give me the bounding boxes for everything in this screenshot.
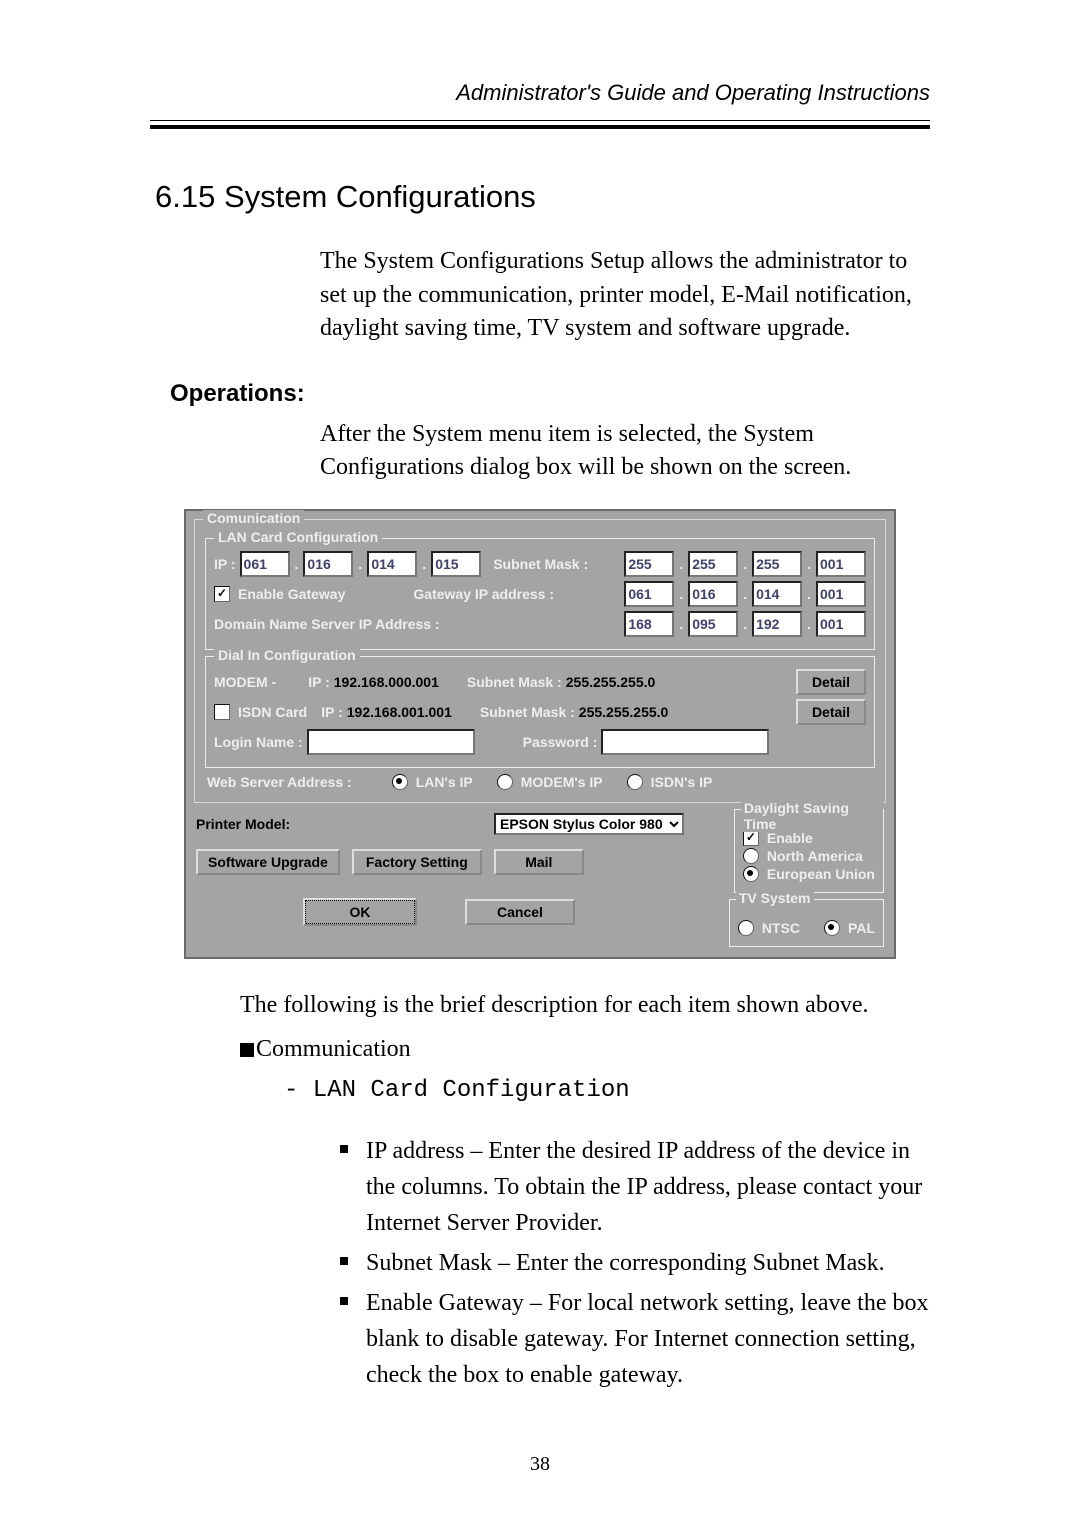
gw-1[interactable] <box>624 581 674 607</box>
dst-group-label: Daylight Saving Time <box>741 800 883 832</box>
ip-label: IP : <box>214 556 236 572</box>
tv-pal-label: PAL <box>848 920 875 936</box>
password-input[interactable] <box>601 729 769 755</box>
modem-label: MODEM - <box>214 674 276 690</box>
lan-config-heading: - LAN Card Configuration <box>284 1073 930 1109</box>
subnet-3[interactable] <box>752 551 802 577</box>
page-number: 38 <box>0 1453 1080 1476</box>
isdn-sm-value: 255.255.255.0 <box>579 704 669 720</box>
web-server-label: Web Server Address : <box>207 774 352 790</box>
dst-group: Daylight Saving Time ✓Enable North Ameri… <box>734 809 884 893</box>
dst-eu-radio[interactable] <box>743 866 759 882</box>
isdn-label: ISDN Card <box>238 704 307 720</box>
subnet-label: Subnet Mask : <box>493 556 588 572</box>
square-bullet-icon <box>240 1043 254 1057</box>
dst-enable-checkbox[interactable]: ✓ <box>743 830 759 846</box>
isdn-checkbox[interactable] <box>214 704 230 720</box>
modem-ip-label: IP : <box>308 674 330 690</box>
dns-4[interactable] <box>816 611 866 637</box>
web-lan-radio[interactable] <box>392 774 408 790</box>
tv-group-label: TV System <box>736 890 814 906</box>
web-isdn-label: ISDN's IP <box>651 774 713 790</box>
isdn-detail-button[interactable]: Detail <box>796 699 866 725</box>
isdn-ip-value: 192.168.001.001 <box>347 704 452 720</box>
login-input[interactable] <box>307 729 475 755</box>
gw-2[interactable] <box>688 581 738 607</box>
web-modem-radio[interactable] <box>497 774 513 790</box>
tv-ntsc-label: NTSC <box>762 920 800 936</box>
ip-octet-3[interactable] <box>367 551 417 577</box>
list-item: Enable Gateway – For local network setti… <box>340 1285 930 1393</box>
modem-sm-label: Subnet Mask : <box>467 674 562 690</box>
ok-button[interactable]: OK <box>305 900 415 924</box>
dst-na-radio[interactable] <box>743 848 759 864</box>
dns-1[interactable] <box>624 611 674 637</box>
lan-group-label: LAN Card Configuration <box>214 529 382 545</box>
list-item: Subnet Mask – Enter the corresponding Su… <box>340 1245 930 1281</box>
operations-heading: Operations: <box>170 380 1080 408</box>
subnet-2[interactable] <box>688 551 738 577</box>
isdn-ip-label: IP : <box>321 704 343 720</box>
ip-octet-2[interactable] <box>303 551 353 577</box>
modem-ip-value: 192.168.000.001 <box>334 674 439 690</box>
section-title: 6.15 System Configurations <box>155 179 1080 215</box>
dns-2[interactable] <box>688 611 738 637</box>
list-item: IP address – Enter the desired IP addres… <box>340 1133 930 1241</box>
dns-3[interactable] <box>752 611 802 637</box>
subnet-4[interactable] <box>816 551 866 577</box>
ip-octet-4[interactable] <box>431 551 481 577</box>
password-label: Password : <box>523 734 598 750</box>
printer-label: Printer Model: <box>196 816 290 832</box>
running-header: Administrator's Guide and Operating Inst… <box>0 80 1080 106</box>
web-lan-label: LAN's IP <box>416 774 473 790</box>
dst-enable-label: Enable <box>767 830 813 846</box>
dst-na-label: North America <box>767 848 863 864</box>
enable-gateway-label: Enable Gateway <box>238 586 345 602</box>
subnet-1[interactable] <box>624 551 674 577</box>
comm-group-label: Comunication <box>203 510 304 526</box>
bullet-list: IP address – Enter the desired IP addres… <box>340 1133 930 1393</box>
operations-paragraph: After the System menu item is selected, … <box>320 418 930 485</box>
system-config-dialog: Comunication LAN Card Configuration IP :… <box>184 509 896 959</box>
printer-select[interactable]: EPSON Stylus Color 980 <box>494 813 684 835</box>
enable-gateway-checkbox[interactable]: ✓ <box>214 586 230 602</box>
post-paragraph: The following is the brief description f… <box>240 987 930 1023</box>
modem-detail-button[interactable]: Detail <box>796 669 866 695</box>
ip-octet-1[interactable] <box>240 551 290 577</box>
dns-label: Domain Name Server IP Address : <box>214 616 440 632</box>
gw-3[interactable] <box>752 581 802 607</box>
comm-heading: Communication <box>240 1031 930 1067</box>
tv-ntsc-radio[interactable] <box>738 920 754 936</box>
tv-pal-radio[interactable] <box>824 920 840 936</box>
factory-setting-button[interactable]: Factory Setting <box>352 849 482 875</box>
tv-group: TV System NTSC PAL <box>729 899 884 947</box>
mail-button[interactable]: Mail <box>494 849 584 875</box>
gw-4[interactable] <box>816 581 866 607</box>
gateway-label: Gateway IP address : <box>413 586 554 602</box>
dialin-group-label: Dial In Configuration <box>214 647 360 663</box>
dst-eu-label: European Union <box>767 866 875 882</box>
isdn-sm-label: Subnet Mask : <box>480 704 575 720</box>
intro-paragraph: The System Configurations Setup allows t… <box>320 245 930 346</box>
login-label: Login Name : <box>214 734 303 750</box>
web-modem-label: MODEM's IP <box>521 774 603 790</box>
cancel-button[interactable]: Cancel <box>465 899 575 925</box>
software-upgrade-button[interactable]: Software Upgrade <box>196 849 340 875</box>
header-divider <box>150 120 930 129</box>
modem-sm-value: 255.255.255.0 <box>566 674 656 690</box>
web-isdn-radio[interactable] <box>627 774 643 790</box>
